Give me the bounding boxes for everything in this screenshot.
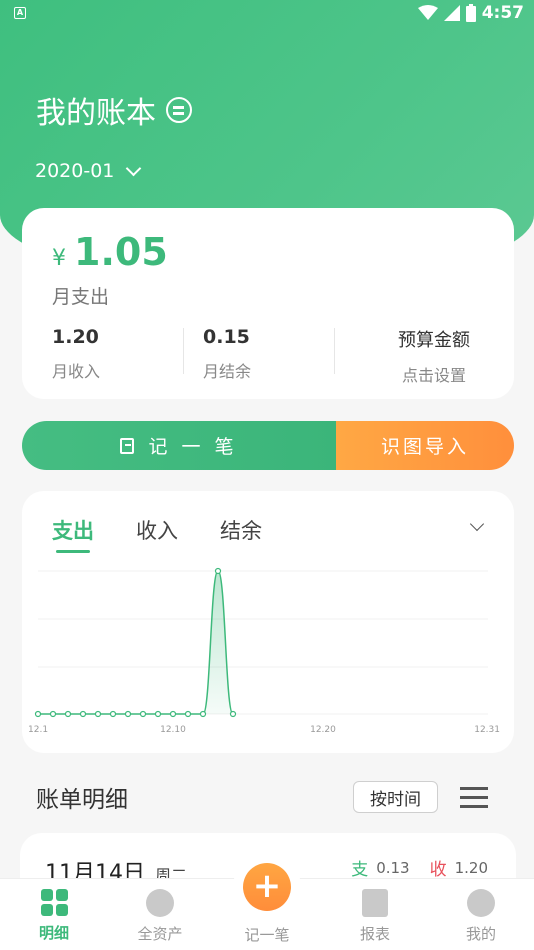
bill-list-title: 账单明细 bbox=[36, 787, 128, 813]
data-point bbox=[49, 710, 57, 718]
divider bbox=[183, 328, 184, 374]
balance-label: 月结余 bbox=[203, 362, 252, 381]
nav-assets[interactable]: 全资产 bbox=[120, 889, 200, 944]
income-tag: 收 bbox=[429, 860, 447, 880]
budget-title: 预算金额 bbox=[398, 330, 470, 351]
notification-a-icon: A bbox=[14, 7, 26, 19]
nav-mine[interactable]: 我的 bbox=[441, 889, 521, 944]
data-point bbox=[124, 710, 132, 718]
divider bbox=[334, 328, 335, 374]
day-expense-value: 0.13 bbox=[376, 858, 410, 877]
nav-report[interactable]: 报表 bbox=[335, 889, 415, 944]
switch-ledger-icon[interactable] bbox=[166, 97, 192, 123]
currency-symbol: ¥ bbox=[52, 246, 66, 271]
nav-mine-label: 我的 bbox=[465, 925, 496, 943]
chevron-down-icon bbox=[126, 160, 142, 176]
month-selector[interactable]: 2020-01 bbox=[35, 160, 142, 182]
record-button[interactable]: 记 一 笔 bbox=[22, 421, 336, 470]
x-tick-label: 12.10 bbox=[160, 725, 186, 735]
nav-report-label: 报表 bbox=[359, 925, 390, 943]
expense-chart: 12.1 12.10 12.20 12.31 bbox=[28, 567, 500, 735]
action-bar: 记 一 笔 识图导入 bbox=[22, 421, 514, 470]
nav-details-label: 明细 bbox=[38, 924, 69, 942]
signal-icon bbox=[443, 5, 460, 21]
income-value: 1.20 bbox=[52, 326, 99, 348]
balance-value: 0.15 bbox=[203, 326, 250, 348]
image-import-button[interactable]: 识图导入 bbox=[336, 421, 514, 470]
record-label: 记 一 笔 bbox=[148, 436, 238, 458]
income-label: 月收入 bbox=[52, 362, 101, 381]
balance-stat: 0.15 月结余 bbox=[203, 326, 251, 382]
chart-card: 支出 收入 结余 12.1 12.10 12.20 12.31 bbox=[22, 491, 514, 753]
data-point bbox=[169, 710, 177, 718]
expense-tag: 支 bbox=[351, 860, 369, 880]
month-label: 2020-01 bbox=[35, 160, 115, 182]
status-bar: A 4:57 bbox=[0, 0, 534, 28]
data-point bbox=[154, 710, 162, 718]
record-fab[interactable]: + bbox=[233, 853, 301, 921]
x-tick-label: 12.31 bbox=[474, 725, 500, 735]
monthly-expense-amount: ¥ 1.05 bbox=[52, 230, 168, 274]
note-icon bbox=[120, 437, 135, 454]
list-view-icon[interactable] bbox=[460, 785, 488, 809]
data-point bbox=[64, 710, 72, 718]
nav-record-label: 记一笔 bbox=[244, 926, 290, 944]
nav-details[interactable]: 明细 bbox=[14, 889, 94, 943]
data-point bbox=[94, 710, 102, 718]
wifi-icon bbox=[417, 5, 438, 20]
expense-value: 1.05 bbox=[74, 230, 168, 274]
data-point bbox=[229, 710, 237, 718]
income-stat: 1.20 月收入 bbox=[52, 326, 100, 382]
data-point bbox=[139, 710, 147, 718]
data-point bbox=[199, 710, 207, 718]
day-income-value: 1.20 bbox=[454, 858, 488, 877]
yuan-icon bbox=[146, 889, 174, 917]
x-tick-label: 12.20 bbox=[310, 725, 336, 735]
data-point bbox=[109, 710, 117, 718]
status-time: 4:57 bbox=[481, 3, 524, 23]
nav-assets-label: 全资产 bbox=[137, 925, 183, 943]
battery-icon bbox=[465, 4, 476, 22]
expense-label: 月支出 bbox=[52, 286, 110, 308]
budget-action: 点击设置 bbox=[401, 366, 466, 385]
grid-icon bbox=[40, 889, 68, 916]
data-point bbox=[184, 710, 192, 718]
ledger-title[interactable]: 我的账本 bbox=[36, 88, 192, 132]
series-line bbox=[37, 570, 234, 715]
data-point bbox=[79, 710, 87, 718]
budget-setting[interactable]: 预算金额 点击设置 bbox=[354, 326, 514, 386]
plus-icon: + bbox=[243, 863, 291, 911]
user-icon bbox=[467, 889, 495, 917]
summary-card: ¥ 1.05 月支出 1.20 月收入 0.15 月结余 预算金额 点击设置 bbox=[22, 208, 514, 399]
import-label: 识图导入 bbox=[380, 436, 469, 458]
sort-by-time-button[interactable]: 按时间 bbox=[353, 781, 438, 813]
page-title: 我的账本 bbox=[36, 96, 156, 131]
day-totals: 支 0.13 收 1.20 bbox=[351, 855, 488, 881]
x-tick-label: 12.1 bbox=[28, 725, 48, 735]
data-point bbox=[34, 710, 42, 718]
data-point bbox=[214, 567, 222, 575]
report-icon bbox=[362, 889, 388, 917]
series-area bbox=[38, 571, 233, 714]
